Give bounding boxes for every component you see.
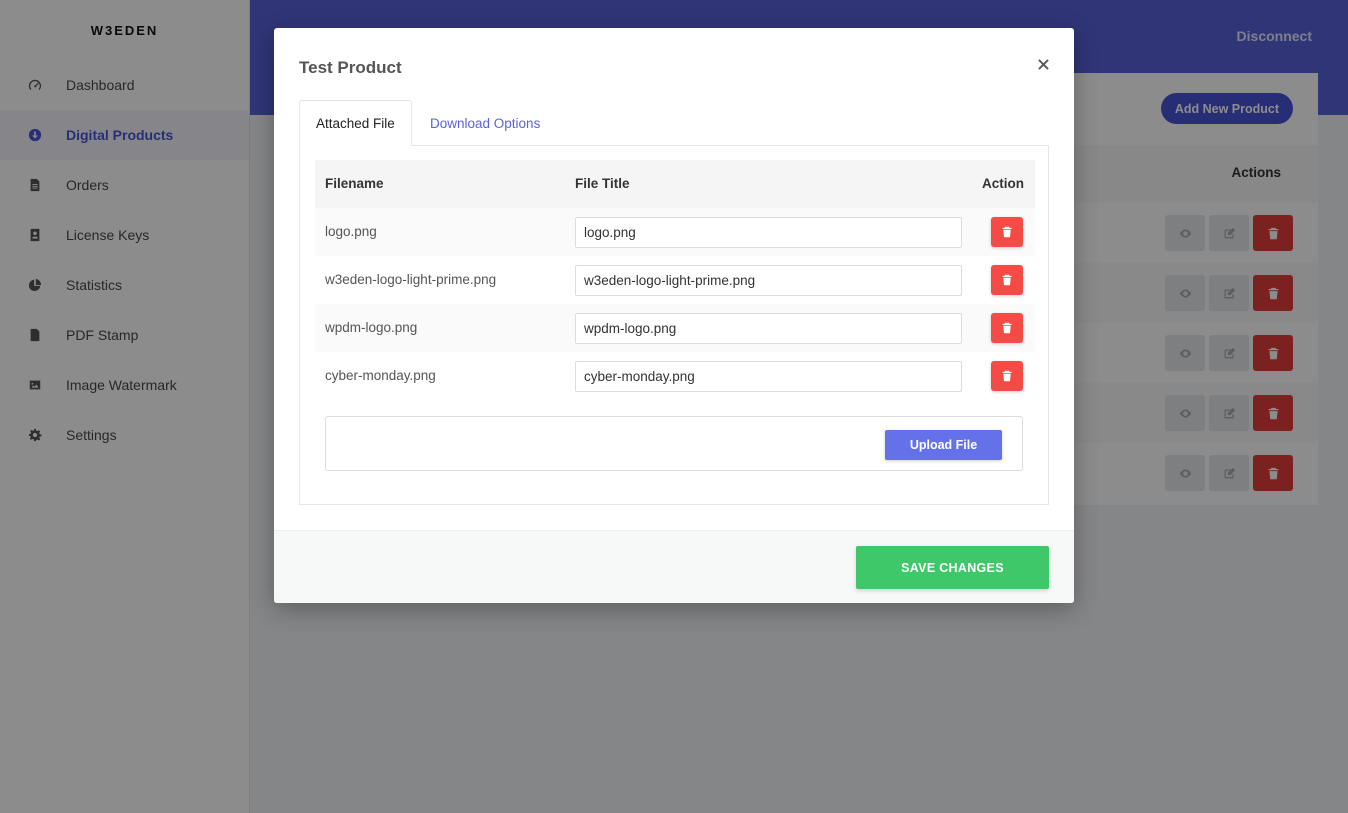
trash-icon (1002, 370, 1012, 382)
filename-column-header: Filename (325, 176, 384, 191)
file-title-input[interactable] (575, 217, 962, 248)
file-title-input[interactable] (575, 313, 962, 344)
filename: wpdm-logo.png (325, 320, 418, 335)
action-column-header: Action (982, 176, 1024, 191)
filename: logo.png (325, 224, 377, 239)
file-title-input[interactable] (575, 265, 962, 296)
attached-file-panel: Filename File Title Action logo.png w3ed… (299, 145, 1049, 505)
save-changes-button[interactable]: SAVE CHANGES (856, 546, 1049, 589)
table-row: w3eden-logo-light-prime.png (315, 256, 1035, 304)
modal-footer: SAVE CHANGES (274, 530, 1074, 603)
tab-attached-file[interactable]: Attached File (299, 100, 412, 146)
modal-tabs: Attached File Download Options (299, 100, 1049, 146)
trash-icon (1002, 226, 1012, 238)
trash-icon (1002, 274, 1012, 286)
filename: cyber-monday.png (325, 368, 436, 383)
files-table-header: Filename File Title Action (315, 160, 1035, 208)
table-row: logo.png (315, 208, 1035, 256)
table-row: cyber-monday.png (315, 352, 1035, 400)
modal-title: Test Product (299, 58, 402, 77)
attached-files-table: Filename File Title Action logo.png w3ed… (315, 160, 1035, 400)
trash-icon (1002, 322, 1012, 334)
upload-file-button[interactable]: Upload File (885, 430, 1002, 460)
close-icon (1037, 58, 1049, 70)
delete-file-button[interactable] (991, 217, 1023, 247)
upload-dropzone[interactable]: Upload File (325, 416, 1023, 471)
delete-file-button[interactable] (991, 265, 1023, 295)
close-button[interactable] (1034, 55, 1052, 73)
delete-file-button[interactable] (991, 361, 1023, 391)
filename: w3eden-logo-light-prime.png (325, 272, 497, 287)
file-title-column-header: File Title (575, 176, 630, 191)
delete-file-button[interactable] (991, 313, 1023, 343)
tab-download-options[interactable]: Download Options (414, 100, 556, 146)
product-modal: Test Product Attached File Download Opti… (274, 28, 1074, 603)
table-row: wpdm-logo.png (315, 304, 1035, 352)
file-title-input[interactable] (575, 361, 962, 392)
